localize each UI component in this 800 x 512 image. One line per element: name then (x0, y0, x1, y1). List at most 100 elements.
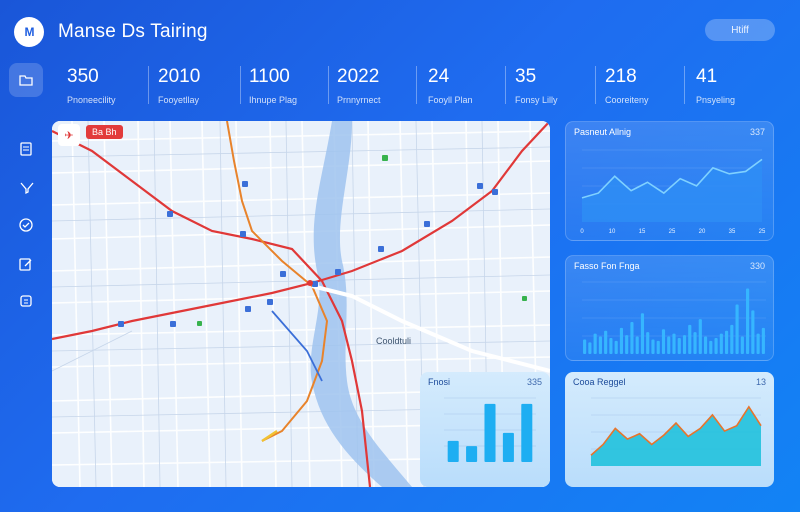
bar (609, 338, 613, 354)
chart-meta: 330 (749, 261, 765, 271)
bar (735, 304, 739, 354)
bar (614, 340, 618, 354)
bar (724, 330, 729, 354)
bar (682, 335, 687, 354)
stat-value: 2010 (158, 66, 201, 87)
x-tick-label: 35 (729, 229, 736, 235)
bar (746, 288, 750, 354)
bar (656, 340, 660, 354)
chart-title: Fasso Fon Fnga (574, 261, 640, 271)
bar (588, 342, 592, 354)
x-tick-label: 15 (639, 229, 646, 235)
chart-meta: 335 (526, 377, 542, 387)
bar (625, 335, 629, 354)
stat-label: Cooreiteny (605, 95, 649, 105)
chart-title: Pasneut Allnig (574, 127, 632, 137)
stat-divider (595, 66, 596, 104)
stat-label: Fooyll Plan (428, 95, 473, 105)
filter-icon[interactable] (14, 175, 38, 199)
bar (661, 329, 666, 354)
stat-value: 35 (515, 66, 537, 87)
bar (693, 332, 697, 354)
stat-label: Prnnyrnect (337, 95, 381, 105)
stat-value: 1100 (249, 66, 290, 87)
bar (484, 403, 496, 462)
box-icon[interactable] (14, 289, 38, 313)
stat-2: 2010 Fooyetllay (158, 66, 200, 105)
bar (761, 327, 765, 354)
edit-icon[interactable] (14, 252, 38, 276)
chart-meta: 337 (749, 127, 765, 137)
chart-panel-4: Cooa Reggel 13 (565, 372, 774, 487)
bar (709, 340, 713, 354)
stat-divider (328, 66, 329, 104)
stat-3: 1100 Ihnupe Plag (249, 66, 297, 105)
app-logo: M (14, 17, 44, 47)
bar (756, 333, 760, 354)
stat-label: Pnsyeling (696, 95, 736, 105)
folder-icon[interactable] (14, 68, 38, 92)
x-tick-label: 10 (609, 229, 616, 235)
bar (740, 336, 744, 354)
bar (667, 336, 671, 354)
stat-label: Ihnupe Plag (249, 95, 298, 105)
bar (635, 336, 639, 354)
bar (672, 333, 676, 354)
x-tick-label: 25 (759, 229, 766, 235)
stat-8: 41 Pnsyeling (696, 66, 735, 105)
area-chart-2 (590, 397, 762, 466)
stat-value: 350 (67, 66, 99, 87)
stat-value: 2022 (337, 66, 380, 87)
bar-chart-2 (444, 397, 536, 462)
stat-divider (148, 66, 149, 104)
chart-panel-2: Fasso Fon Fnga 330 (565, 255, 774, 361)
chart-panel-3: Fnosi 335 (420, 372, 550, 487)
x-tick-label: 25 (669, 229, 676, 235)
bar (688, 324, 692, 354)
map-badge: Ba Bh (86, 125, 123, 139)
bar (583, 339, 587, 354)
stat-divider (505, 66, 506, 104)
bar-chart-1 (582, 281, 766, 354)
app-title: Manse Ds Tairing (58, 21, 208, 42)
area-fill (582, 159, 762, 222)
header-button[interactable]: Htiff (705, 19, 775, 41)
bar (677, 338, 681, 354)
bar (598, 336, 602, 354)
stat-label: Fonsy Lilly (515, 95, 558, 105)
bar (502, 432, 514, 462)
compass-icon[interactable]: ✈ (58, 124, 80, 146)
stat-value: 218 (605, 66, 637, 87)
stat-6: 35 Fonsy Lilly (515, 66, 558, 105)
stat-divider (684, 66, 685, 104)
bar (730, 324, 734, 354)
stat-value: 41 (696, 66, 718, 87)
bar (593, 333, 597, 354)
document-icon[interactable] (14, 137, 38, 161)
bar (719, 333, 723, 354)
x-tick-label: 20 (699, 229, 706, 235)
chart-title: Cooa Reggel (573, 377, 626, 387)
area-fill (591, 406, 761, 466)
stat-divider (416, 66, 417, 104)
chart-meta: 13 (755, 377, 766, 387)
bar (447, 440, 459, 462)
stat-label: Pnoneecility (67, 95, 116, 105)
check-icon[interactable] (14, 213, 38, 237)
bar (703, 336, 708, 354)
area-chart-1: 0 10 15 25 20 35 25 (580, 149, 766, 235)
stat-4: 2022 Prnnyrnect (337, 66, 381, 105)
chart-panel-1: 0 10 15 25 20 35 25 Pasneut Allnig 337 (565, 121, 774, 241)
stat-value: 24 (428, 66, 450, 87)
bar (466, 446, 478, 462)
bar (646, 332, 650, 354)
stat-1: 350 Pnoneecility (67, 66, 116, 105)
bar (751, 310, 755, 354)
x-tick-label: 0 (580, 229, 584, 235)
bar (619, 327, 624, 354)
stat-divider (240, 66, 241, 104)
stat-5: 24 Fooyll Plan (428, 66, 473, 105)
bar (651, 339, 655, 354)
bar (698, 319, 702, 354)
bar (640, 313, 645, 354)
